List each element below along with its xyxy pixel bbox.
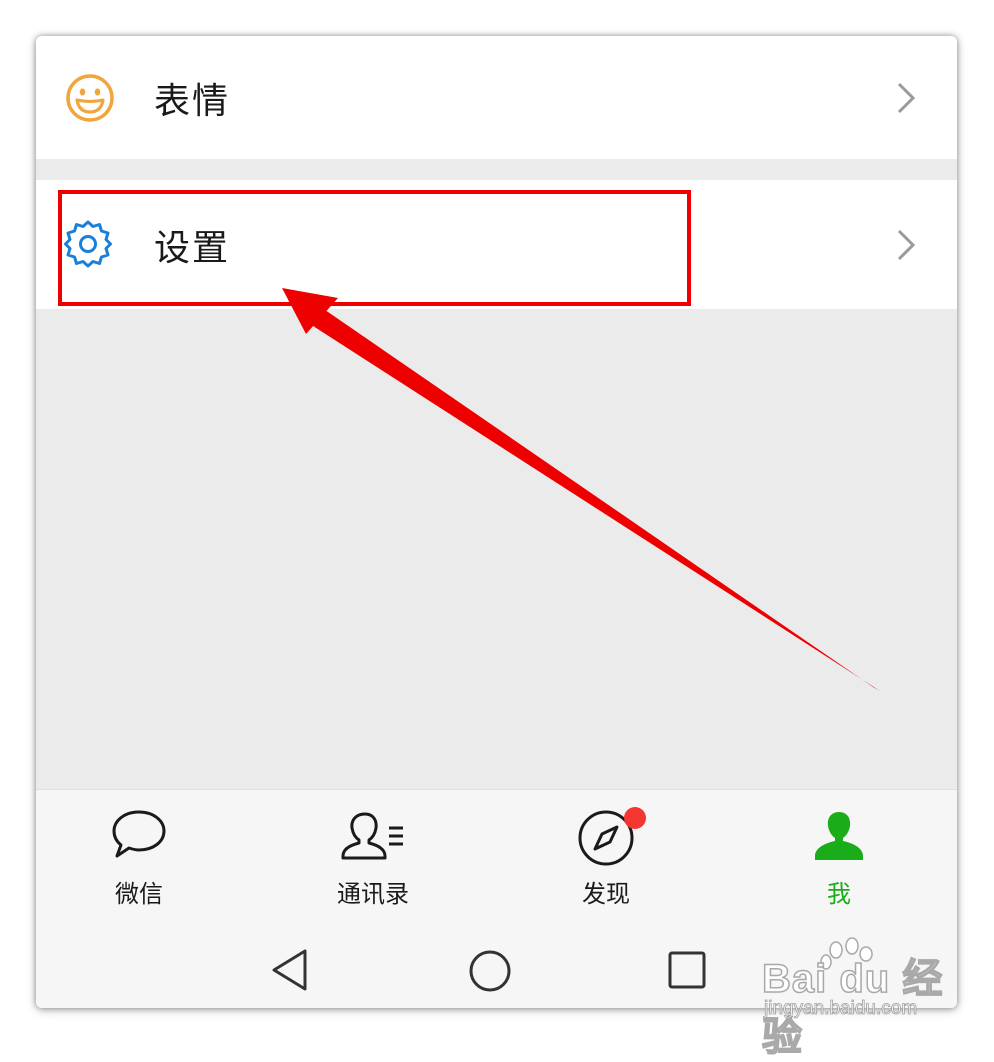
person-icon	[815, 812, 863, 860]
menu-item-emoji[interactable]: 表情	[36, 36, 957, 159]
back-icon[interactable]	[269, 947, 311, 993]
tab-label: 发现	[582, 880, 630, 908]
smiley-icon	[66, 74, 114, 122]
system-nav-bar	[36, 937, 957, 1008]
gear-icon	[64, 220, 112, 268]
chevron-right-icon	[897, 229, 916, 260]
home-icon[interactable]	[467, 948, 513, 994]
tab-label: 微信	[115, 880, 163, 908]
tab-wechat[interactable]: 微信	[49, 790, 229, 938]
menu-item-label: 设置	[154, 227, 231, 269]
tab-label: 我	[827, 880, 851, 908]
notification-badge	[624, 807, 646, 829]
tab-discover[interactable]: 发现	[516, 790, 696, 938]
phone-screen: 表情 设置 微信 通讯录 发现 我	[36, 36, 957, 1008]
tab-contacts[interactable]: 通讯录	[283, 790, 463, 938]
contacts-icon	[341, 812, 403, 860]
tab-me[interactable]: 我	[749, 790, 929, 938]
chat-bubble-icon	[112, 810, 166, 858]
recents-icon[interactable]	[666, 949, 708, 991]
bottom-tab-bar: 微信 通讯录 发现 我	[36, 789, 957, 938]
chevron-right-icon	[897, 82, 916, 113]
menu-item-settings[interactable]: 设置	[36, 180, 957, 309]
menu-item-label: 表情	[154, 80, 231, 122]
tab-label: 通讯录	[337, 880, 409, 908]
